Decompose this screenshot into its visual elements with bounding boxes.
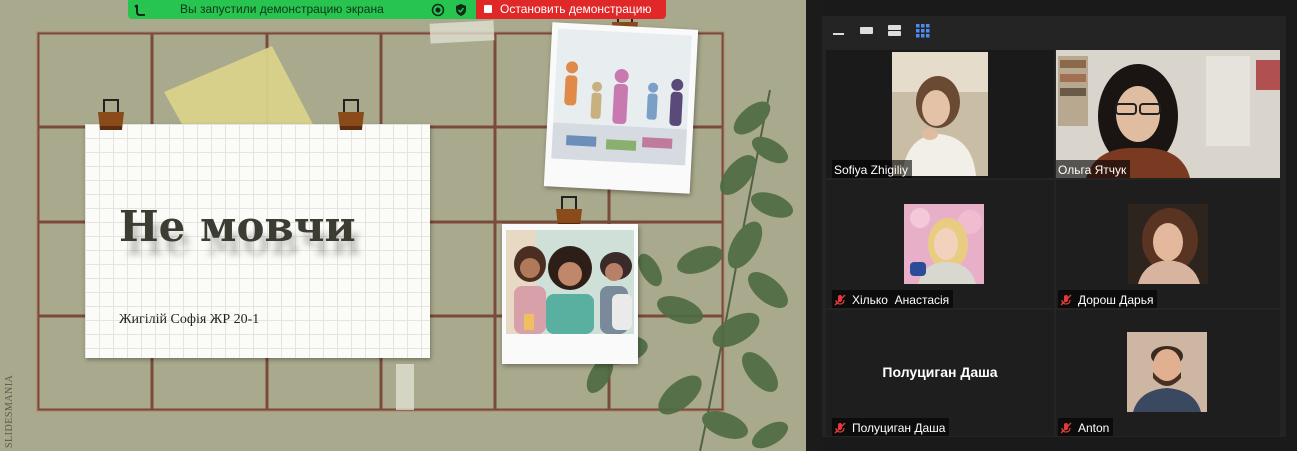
binder-clip-icon (338, 99, 364, 130)
shared-slide: Не мовчи Жигілій Софія ЖР 20-1 SLIDESMAN… (0, 0, 806, 451)
gallery-view-icon[interactable] (914, 22, 932, 38)
participant-name-label: Полуциган Даша (832, 418, 950, 436)
muted-microphone-icon (1060, 294, 1072, 306)
participant-name: Хілько Анастасія (852, 293, 950, 307)
participant-name: Полуциган Даша (852, 421, 946, 435)
speaker-view-icon[interactable] (858, 22, 876, 38)
participant-name: Sofiya Zhigiliy (834, 163, 909, 177)
panel-divider[interactable] (806, 0, 822, 451)
participant-name-label: Дорош Дарья (1058, 290, 1158, 308)
tape-top (429, 20, 495, 44)
slidesmania-watermark: SLIDESMANIA (4, 374, 15, 448)
participant-avatar (904, 204, 984, 284)
participant-avatar (1127, 332, 1207, 412)
participant-tile[interactable]: Sofiya Zhigiliy (826, 50, 1054, 178)
view-toolbar (830, 22, 932, 38)
split-view-icon[interactable] (886, 22, 904, 38)
participant-video (826, 50, 1054, 178)
security-shield-icon[interactable] (454, 3, 468, 17)
participant-name-label: Anton (1058, 418, 1114, 436)
slide-author: Жигілій Софія ЖР 20-1 (119, 312, 260, 327)
shield-share-icon (134, 4, 145, 16)
participant-tile[interactable]: Полуциган Даша Полуциган Даша (826, 310, 1054, 436)
participant-gallery: Sofiya Zhigiliy Ольга Ятчук Хілько Анаст… (822, 16, 1286, 437)
yoga-illustration (551, 28, 692, 166)
tape-bottom (396, 364, 414, 410)
record-icon[interactable] (431, 3, 445, 17)
stop-share-label: Остановить демонстрацию (500, 2, 652, 16)
minimize-icon[interactable] (830, 22, 848, 38)
share-status-pill[interactable]: Вы запустили демонстрацию экрана (128, 0, 476, 19)
screen-share-bar: Вы запустили демонстрацию экрана Останов… (128, 0, 666, 19)
participant-tile[interactable]: Anton (1056, 310, 1280, 436)
participant-name: Anton (1078, 421, 1110, 435)
stop-share-button[interactable]: Остановить демонстрацию (476, 0, 666, 19)
stop-icon (484, 5, 492, 13)
slide-title: Не мовчи (119, 202, 356, 251)
participant-name: Дорош Дарья (1078, 293, 1154, 307)
participant-avatar (1128, 204, 1208, 284)
participant-name: Ольга Ятчук (1058, 163, 1127, 177)
participant-tile[interactable]: Хілько Анастасія (826, 180, 1054, 308)
muted-microphone-icon (834, 422, 846, 434)
participant-center-name: Полуциган Даша (882, 364, 998, 380)
binder-clip-icon (98, 99, 124, 130)
muted-microphone-icon (834, 294, 846, 306)
women-illustration (506, 230, 634, 334)
participant-tile[interactable]: Дорош Дарья (1056, 180, 1280, 308)
yoga-illustration-photo (543, 22, 699, 194)
title-card: Не мовчи Жигілій Софія ЖР 20-1 (85, 124, 430, 358)
share-status-text: Вы запустили демонстрацию экрана (180, 2, 384, 16)
participant-tile[interactable]: Ольга Ятчук (1056, 50, 1280, 178)
women-illustration-photo (502, 224, 638, 364)
participant-name-label: Sofiya Zhigiliy (832, 160, 913, 178)
participant-name-label: Хілько Анастасія (832, 290, 954, 308)
participant-name-label: Ольга Ятчук (1056, 160, 1131, 178)
participant-video (1056, 50, 1280, 178)
muted-microphone-icon (1060, 422, 1072, 434)
